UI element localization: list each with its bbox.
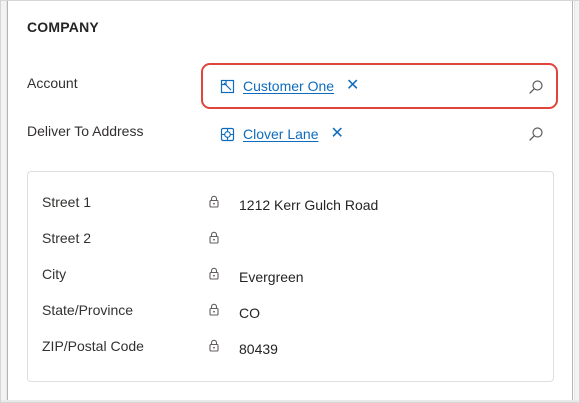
state-label: State/Province (42, 302, 134, 318)
zip-value: 80439 (239, 341, 278, 357)
deliver-to-lookup-value: Clover Lane ✕ (220, 126, 344, 142)
address-row-state: State/Province CO (28, 302, 553, 326)
address-row-street2: Street 2 (28, 230, 553, 254)
account-link[interactable]: Customer One (243, 78, 334, 94)
account-label: Account (27, 75, 78, 91)
state-value: CO (239, 305, 260, 321)
deliver-to-address-label: Deliver To Address (27, 123, 144, 139)
zip-label: ZIP/Postal Code (42, 338, 144, 354)
street2-label: Street 2 (42, 230, 92, 246)
deliver-to-link[interactable]: Clover Lane (243, 126, 319, 142)
account-search-icon[interactable] (528, 79, 544, 95)
city-label: City (42, 266, 67, 282)
account-lookup-value: Customer One ✕ (220, 78, 359, 94)
address-entity-icon (220, 127, 235, 141)
account-entity-icon (220, 79, 235, 93)
lock-icon (209, 231, 219, 244)
section-title: COMPANY (27, 19, 99, 35)
lock-icon (209, 339, 219, 352)
address-row-city: City Evergreen (28, 266, 553, 290)
deliver-to-remove-button[interactable]: ✕ (331, 126, 344, 142)
lock-icon (209, 267, 219, 280)
deliver-to-search-icon[interactable] (528, 126, 544, 142)
street1-value: 1212 Kerr Gulch Road (239, 197, 379, 213)
lock-icon (209, 195, 219, 208)
address-details-panel: Street 1 1212 Kerr Gulch Road Street 2 C… (27, 171, 554, 382)
street1-label: Street 1 (42, 194, 92, 210)
lock-icon (209, 303, 219, 316)
address-row-zip: ZIP/Postal Code 80439 (28, 338, 553, 362)
account-remove-button[interactable]: ✕ (346, 78, 359, 94)
city-value: Evergreen (239, 269, 304, 285)
address-row-street1: Street 1 1212 Kerr Gulch Road (28, 194, 553, 218)
